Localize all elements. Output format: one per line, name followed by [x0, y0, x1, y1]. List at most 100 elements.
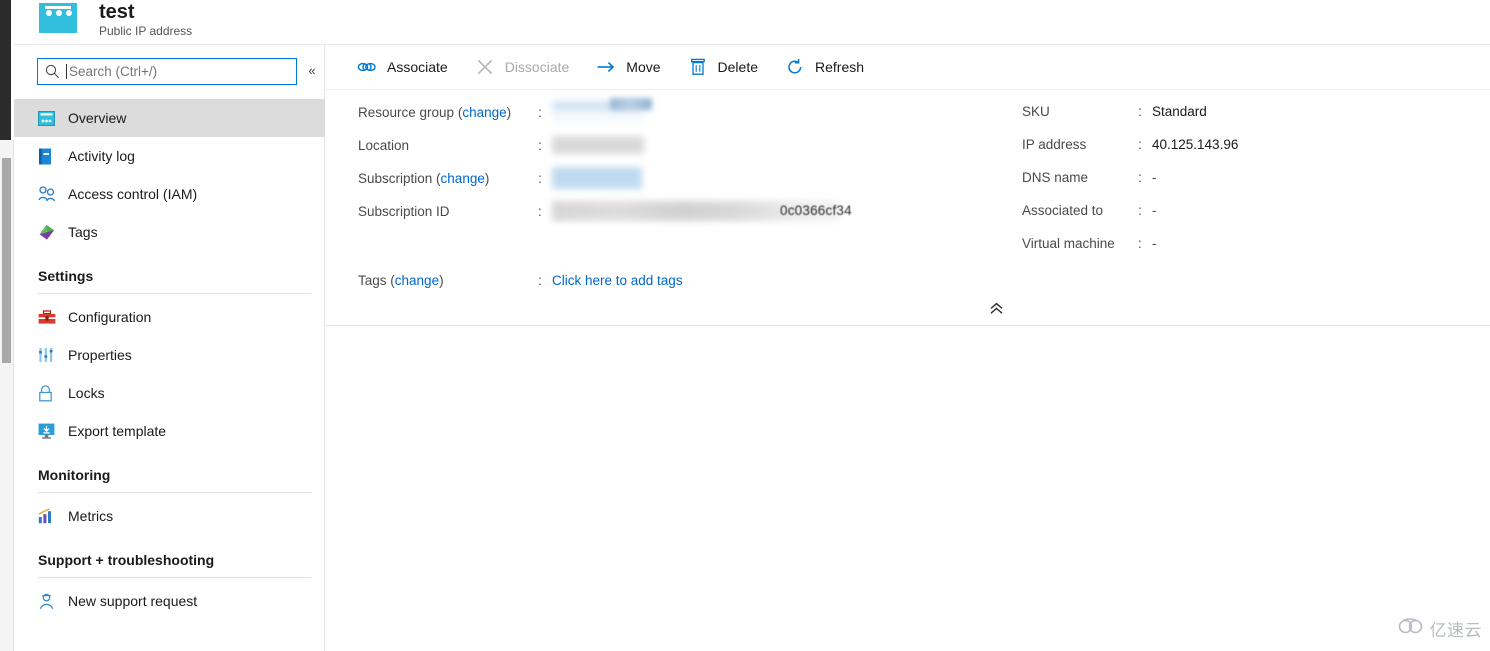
property-label: Subscription (change) [358, 171, 490, 186]
property-row-subscription: Subscription (change) : [358, 167, 918, 202]
resource-group-change-link[interactable]: change [462, 105, 506, 120]
sidebar-section-settings: Settings [14, 251, 325, 294]
dns-name-value: - [1152, 170, 1157, 185]
overview-icon [38, 108, 68, 128]
sidebar-item-access-control[interactable]: Access control (IAM) [14, 175, 325, 213]
section-divider [38, 577, 311, 578]
sidebar-item-locks[interactable]: Locks [14, 374, 325, 412]
link-icon [356, 56, 378, 78]
essentials-left-column: Resource group (change) : Location : Sub… [358, 98, 918, 235]
delete-button[interactable]: Delete [685, 52, 770, 82]
property-row-ip-address: IP address : 40.125.143.96 [1022, 135, 1442, 168]
refresh-button[interactable]: Refresh [782, 52, 876, 82]
associated-to-value: - [1152, 203, 1157, 218]
dissociate-button[interactable]: Dissociate [472, 52, 582, 82]
section-title: Settings [38, 268, 94, 284]
toolbar-button-label: Delete [717, 59, 758, 75]
property-label: SKU [1022, 104, 1050, 119]
associate-button[interactable]: Associate [354, 52, 460, 82]
property-label: IP address [1022, 137, 1087, 152]
tags-icon [38, 222, 68, 242]
x-icon [474, 56, 496, 78]
property-row-subscription-id: Subscription ID : 0c0366cf34 [358, 201, 918, 235]
property-label: DNS name [1022, 170, 1089, 185]
access-control-icon [38, 184, 68, 204]
property-colon: : [1138, 203, 1142, 218]
property-colon: : [538, 171, 542, 186]
sidebar-item-new-support-request[interactable]: New support request [14, 582, 325, 620]
sidebar-item-label: Activity log [68, 148, 135, 164]
property-row-virtual-machine: Virtual machine : - [1022, 234, 1442, 267]
property-row-tags: Tags (change) : Click here to add tags [358, 271, 683, 291]
toolbar-button-label: Associate [387, 59, 448, 75]
sidebar-item-label: Overview [68, 110, 127, 126]
ip-address-value: 40.125.143.96 [1152, 137, 1239, 152]
sidebar-item-export-template[interactable]: Export template [14, 412, 325, 450]
configuration-icon [38, 307, 68, 327]
sidebar-item-configuration[interactable]: Configuration [14, 298, 325, 336]
property-colon: : [538, 204, 542, 219]
watermark-text: 亿速云 [1429, 621, 1482, 641]
support-request-icon [38, 591, 68, 611]
search-row: Search (Ctrl+/) « [37, 58, 319, 86]
page-title: test [99, 1, 135, 23]
trash-icon [687, 56, 709, 78]
text-caret [66, 64, 67, 79]
sku-value: Standard [1152, 104, 1207, 119]
blade-header: test Public IP address [14, 0, 1490, 45]
page-subtitle: Public IP address [99, 24, 193, 38]
subscription-change-link[interactable]: change [441, 171, 485, 186]
section-divider [38, 293, 311, 294]
property-colon: : [538, 105, 542, 120]
sidebar-item-properties[interactable]: Properties [14, 336, 325, 374]
search-icon [38, 59, 66, 84]
add-tags-link[interactable]: Click here to add tags [552, 273, 683, 288]
property-label: Tags (change) [358, 273, 444, 288]
property-colon: : [1138, 137, 1142, 152]
property-label: Location [358, 138, 410, 153]
property-colon: : [1138, 170, 1142, 185]
search-placeholder: Search (Ctrl+/) [69, 64, 158, 79]
command-toolbar: Associate Dissociate Move Delete Refresh [326, 45, 1490, 90]
property-label: Subscription ID [358, 204, 450, 219]
cloud-icon [1398, 617, 1426, 640]
sidebar-item-metrics[interactable]: Metrics [14, 497, 325, 535]
sidebar-section-monitoring: Monitoring [14, 450, 325, 493]
section-title: Monitoring [38, 467, 111, 483]
toolbar-button-label: Refresh [815, 59, 865, 75]
property-label: Virtual machine [1022, 236, 1115, 251]
essentials-panel: Resource group (change) : Location : Sub… [326, 91, 1490, 326]
export-template-icon [38, 421, 68, 441]
toolbar-button-label: Dissociate [504, 59, 570, 75]
sidebar-collapse-button[interactable]: « [303, 62, 321, 80]
sidebar-item-label: Metrics [68, 508, 114, 524]
sidebar-item-label: Properties [68, 347, 132, 363]
move-button[interactable]: Move [593, 52, 672, 82]
sidebar-item-label: New support request [68, 593, 198, 609]
sidebar-item-tags[interactable]: Tags [14, 213, 325, 251]
section-title: Support + troubleshooting [38, 552, 215, 568]
section-divider [38, 492, 311, 493]
metrics-icon [38, 506, 68, 526]
azure-portal-blade: ▲ test Public IP address Search (Ctrl+/) [0, 0, 1490, 651]
property-colon: : [1138, 104, 1142, 119]
sidebar-item-label: Tags [68, 224, 98, 240]
property-colon: : [538, 273, 542, 288]
sidebar-item-label: Access control (IAM) [68, 186, 198, 202]
sidebar-item-activity-log[interactable]: Activity log [14, 137, 325, 175]
virtual-machine-value: - [1152, 236, 1157, 251]
tags-change-link[interactable]: change [395, 273, 439, 288]
sidebar-item-overview[interactable]: Overview [14, 99, 325, 137]
essentials-collapse-button[interactable] [986, 302, 1006, 320]
activity-log-icon [38, 146, 68, 166]
sidebar-item-label: Export template [68, 423, 167, 439]
essentials-right-column: SKU : Standard IP address : 40.125.143.9… [1022, 102, 1442, 267]
blade-scrollbar-thumb[interactable] [2, 158, 11, 363]
watermark: 亿速云 [1398, 616, 1483, 641]
sidebar-item-label: Locks [68, 385, 105, 401]
public-ip-address-icon [39, 3, 77, 33]
tags-value: Click here to add tags [552, 271, 683, 291]
search-input[interactable]: Search (Ctrl+/) [37, 58, 297, 85]
left-rail [0, 0, 11, 140]
property-row-sku: SKU : Standard [1022, 102, 1442, 135]
